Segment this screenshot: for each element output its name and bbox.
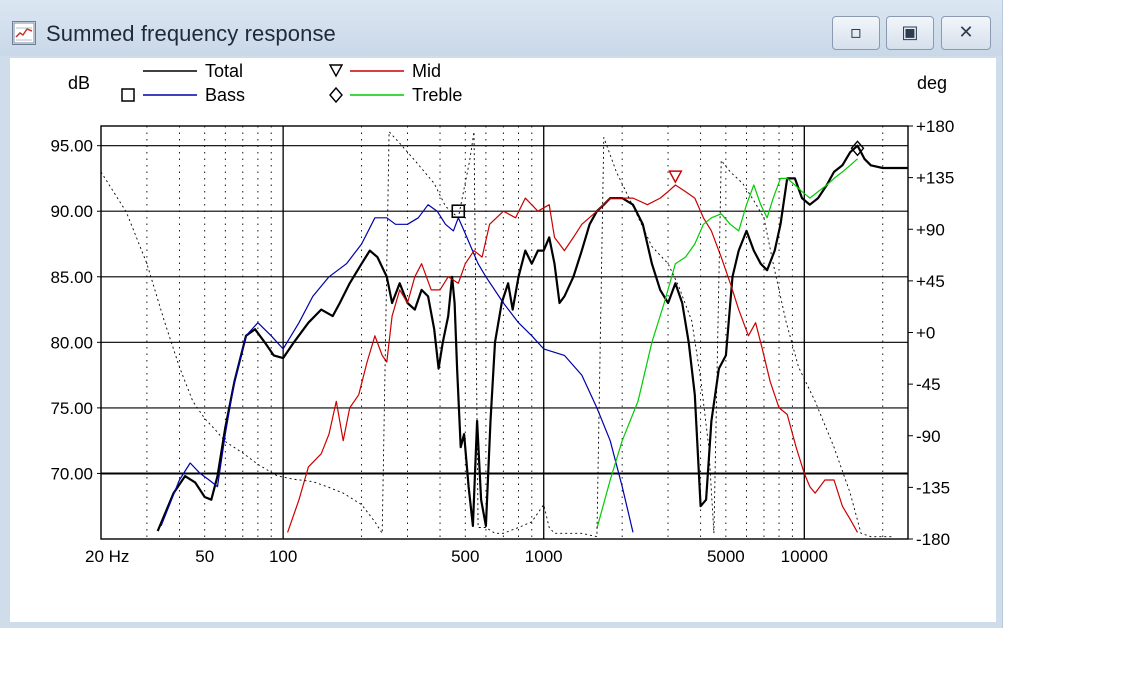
- y-tick-label: 95.00: [50, 137, 93, 156]
- y-tick-label: 70.00: [50, 464, 93, 483]
- series-line-mid: [287, 184, 859, 533]
- app-window: Summed frequency response ▫ ▣ ✕ 95.00 90.…: [0, 0, 1003, 628]
- marker-triangle: [668, 170, 683, 184]
- y2-tick-label: +135: [916, 169, 954, 188]
- y2-tick-label: -135: [916, 478, 950, 497]
- x-tick-label: 20 Hz: [85, 547, 129, 566]
- series-line-bass: [160, 204, 634, 533]
- y-tick-label: 75.00: [50, 399, 93, 418]
- frequency-response-chart: 95.00 90.00 85.00 80.00 75.00 70.00 +180 +135 +9…: [50, 61, 954, 566]
- legend-label-total: Total: [205, 61, 243, 81]
- frequency-graph-icon: [12, 21, 36, 45]
- x-tick-label: 500: [451, 547, 479, 566]
- x-tick-label: 100: [269, 547, 297, 566]
- y-tick-label: 90.00: [50, 202, 93, 221]
- chart-area: 95.00 90.00 85.00 80.00 75.00 70.00 +180 +135 +9…: [10, 58, 996, 622]
- y2-tick-label: -45: [916, 375, 941, 394]
- y-tick-label: 85.00: [50, 268, 93, 287]
- legend-label-mid: Mid: [412, 61, 441, 81]
- minimize-button[interactable]: ▫: [832, 16, 880, 50]
- x-tick-label: 10000: [781, 547, 828, 566]
- window-title: Summed frequency response: [46, 21, 336, 46]
- maximize-button[interactable]: ▣: [886, 16, 934, 50]
- y2-tick-label: -90: [916, 427, 941, 446]
- x-tick-label: 1000: [525, 547, 563, 566]
- title-bar[interactable]: Summed frequency response ▫ ▣ ✕: [0, 0, 1002, 56]
- legend-marker-bass: [121, 88, 135, 102]
- legend-marker-mid: [328, 64, 344, 78]
- y2-tick-label: +180: [916, 117, 954, 136]
- plot-frame: [100, 125, 909, 540]
- y2-tick-label: +90: [916, 220, 945, 239]
- y-axis-label: dB: [68, 73, 90, 93]
- legend-label-bass: Bass: [205, 85, 245, 105]
- minimize-icon: ▫: [849, 22, 863, 43]
- x-tick-label: 5000: [707, 547, 745, 566]
- close-button[interactable]: ✕: [941, 16, 991, 50]
- maximize-icon: ▣: [901, 22, 919, 43]
- legend-label-treble: Treble: [412, 85, 462, 105]
- y2-tick-label: +45: [916, 272, 945, 291]
- close-icon: ✕: [958, 22, 974, 43]
- legend-marker-treble: [329, 86, 343, 104]
- y2-axis-label: deg: [917, 73, 947, 93]
- y-tick-label: 80.00: [50, 333, 93, 352]
- y2-tick-label: -180: [916, 530, 950, 549]
- y2-tick-label: +0: [916, 324, 935, 343]
- x-tick-label: 50: [195, 547, 214, 566]
